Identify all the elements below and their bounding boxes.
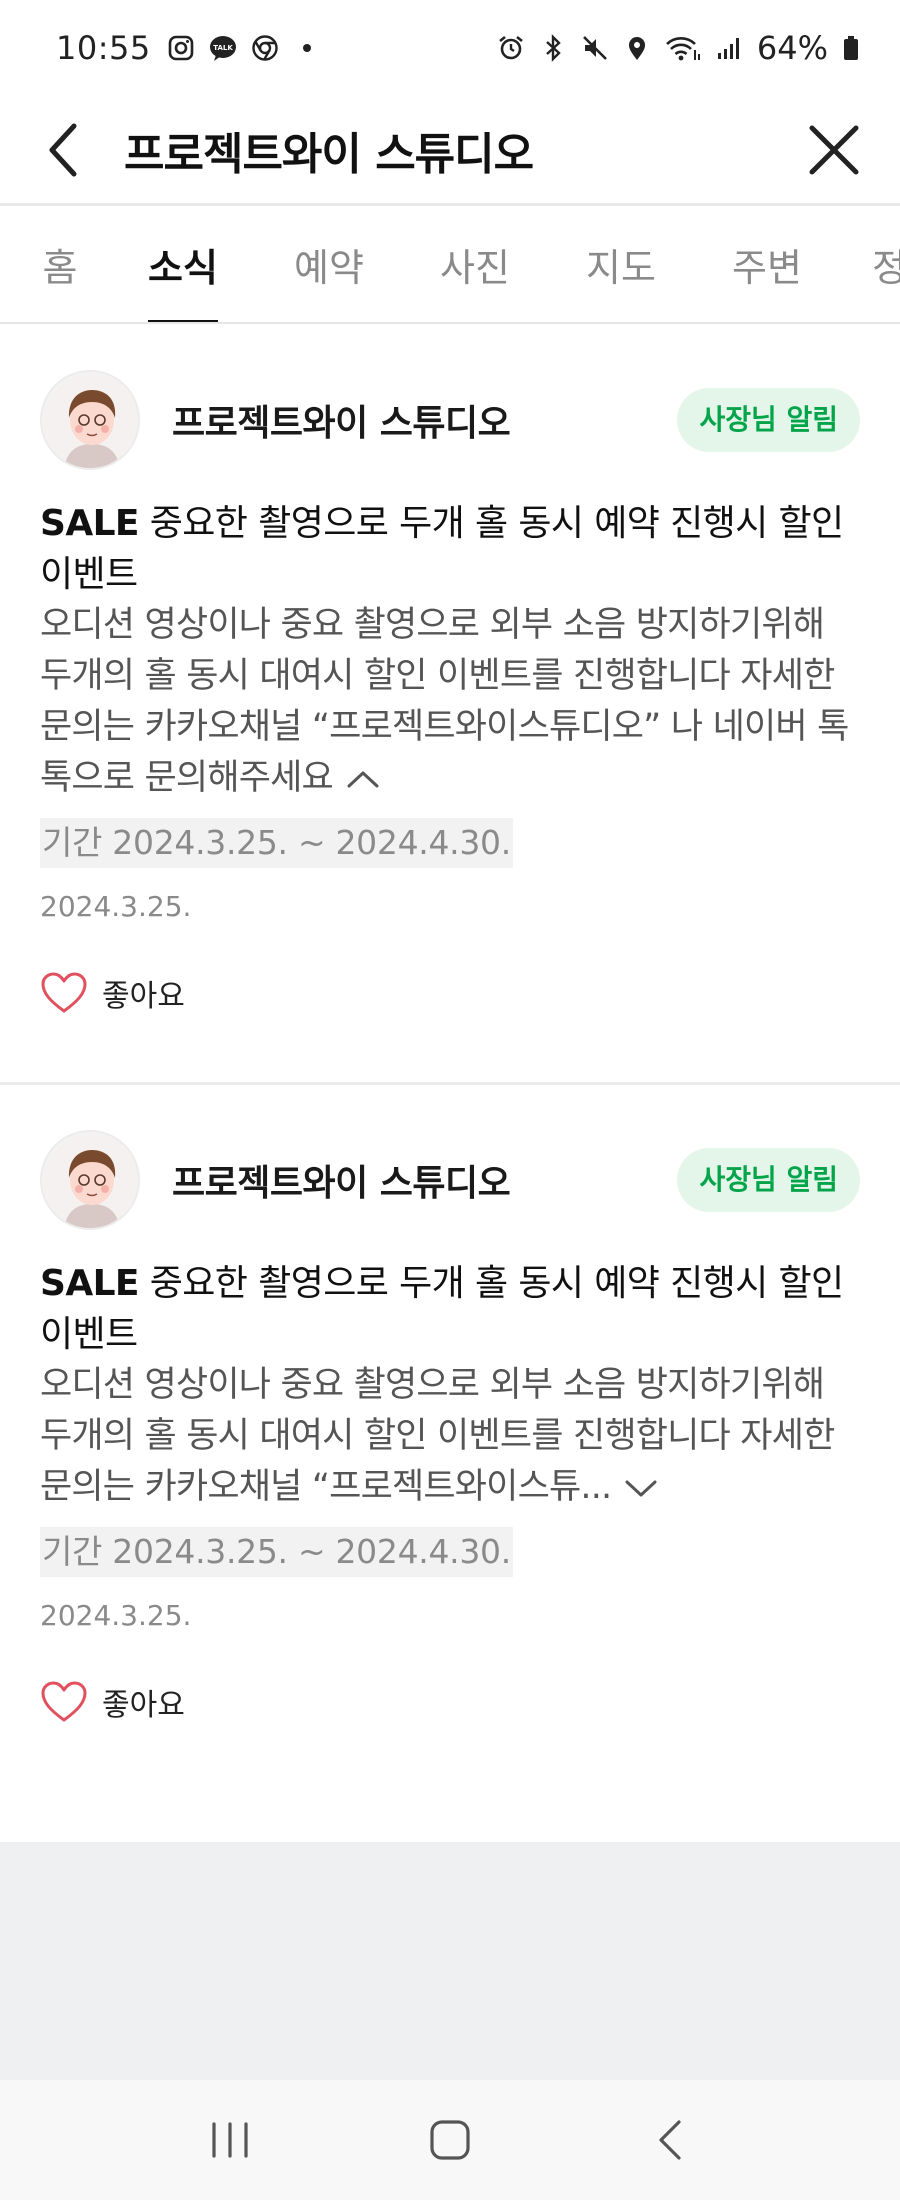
location-icon — [628, 37, 645, 60]
like-button[interactable]: 좋아요 — [40, 1680, 220, 1724]
like-label: 좋아요 — [102, 979, 185, 1014]
home-button[interactable] — [410, 2100, 490, 2180]
post-title[interactable]: SALE 중요한 촬영으로 두개 홀 동시 예약 진행시 할인 이벤트 — [40, 498, 860, 600]
post-title-tag: SALE — [40, 503, 140, 544]
owner-notice-badge: 사장님 알림 — [677, 388, 860, 452]
tab-map[interactable]: 지도 — [584, 206, 658, 322]
post-title-text: 중요한 촬영으로 두개 홀 동시 예약 진행시 할인 이벤트 — [40, 1263, 844, 1355]
wifi-icon — [665, 37, 700, 61]
post-body: 오디션 영상이나 중요 촬영으로 외부 소음 방지하기위해 두개의 홀 동시 대… — [40, 600, 860, 804]
tab-bar: 홈 소식 예약 사진 지도 주변 정 — [0, 206, 900, 324]
post-body-text: 오디션 영상이나 중요 촬영으로 외부 소음 방지하기위해 두개의 홀 동시 대… — [40, 1365, 835, 1507]
bluetooth-icon — [546, 34, 561, 62]
back-button[interactable] — [34, 120, 94, 180]
post-period: 기간 2024.3.25. ~ 2024.4.30. — [40, 1527, 513, 1577]
post-date: 2024.3.25. — [40, 890, 192, 923]
news-post: 프로젝트와이 스튜디오 사장님 알림 SALE 중요한 촬영으로 두개 홀 동시… — [0, 368, 900, 1015]
home-icon — [430, 2120, 470, 2160]
post-title[interactable]: SALE 중요한 촬영으로 두개 홀 동시 예약 진행시 할인 이벤트 — [40, 1258, 860, 1360]
status-bar: 10:55 TALK 64% — [0, 0, 900, 96]
like-label: 좋아요 — [102, 1688, 185, 1723]
profile-avatar-icon — [44, 374, 138, 468]
news-post: 프로젝트와이 스튜디오 사장님 알림 SALE 중요한 촬영으로 두개 홀 동시… — [0, 1128, 900, 1724]
post-period: 기간 2024.3.25. ~ 2024.4.30. — [40, 818, 513, 868]
post-body: 오디션 영상이나 중요 촬영으로 외부 소음 방지하기위해 두개의 홀 동시 대… — [40, 1360, 860, 1513]
tab-label: 주변 — [732, 245, 802, 290]
post-divider — [0, 1082, 900, 1085]
post-body-text: 오디션 영상이나 중요 촬영으로 외부 소음 방지하기위해 두개의 홀 동시 대… — [40, 605, 849, 798]
battery-percent: 64% — [756, 29, 828, 67]
chrome-icon — [252, 35, 278, 61]
tab-label: 사진 — [440, 245, 510, 290]
heart-icon — [41, 972, 87, 1013]
tab-photos[interactable]: 사진 — [438, 206, 512, 322]
chevron-up-icon[interactable] — [343, 766, 383, 792]
system-back-button[interactable] — [630, 2100, 710, 2180]
heart-icon — [41, 1681, 87, 1722]
tab-news[interactable]: 소식 — [148, 206, 218, 322]
chevron-left-icon — [49, 123, 77, 176]
status-system-icons: 64% — [497, 29, 860, 67]
post-title-text: 중요한 촬영으로 두개 홀 동시 예약 진행시 할인 이벤트 — [40, 503, 844, 595]
tab-home[interactable]: 홈 — [40, 206, 80, 322]
avatar — [40, 370, 140, 470]
post-author: 프로젝트와이 스튜디오 — [172, 403, 511, 444]
recent-apps-button[interactable] — [190, 2100, 270, 2180]
close-icon — [809, 125, 859, 174]
tab-nearby[interactable]: 주변 — [730, 206, 804, 322]
tab-label: 소식 — [148, 245, 218, 290]
system-navigation-bar — [0, 2080, 900, 2200]
tab-reservation[interactable]: 예약 — [292, 206, 366, 322]
post-author: 프로젝트와이 스튜디오 — [172, 1163, 511, 1204]
tab-label: 지도 — [586, 245, 656, 290]
signal-icon — [717, 38, 739, 59]
post-date: 2024.3.25. — [40, 1599, 192, 1632]
alarm-icon — [499, 35, 523, 60]
close-button[interactable] — [802, 118, 866, 182]
back-icon — [659, 2120, 681, 2160]
like-button[interactable]: 좋아요 — [40, 971, 220, 1015]
empty-area — [0, 1842, 900, 2080]
tab-label: 예약 — [294, 245, 364, 290]
avatar — [40, 1130, 140, 1230]
profile-avatar-icon — [44, 1134, 138, 1228]
post-header: 프로젝트와이 스튜디오 사장님 알림 — [40, 1128, 860, 1232]
tab-label: 정 — [872, 237, 900, 292]
header-bar: 프로젝트와이 스튜디오 — [0, 96, 900, 206]
recent-apps-icon — [212, 2122, 248, 2158]
tab-info[interactable]: 정 — [872, 206, 900, 322]
status-notification-icons: TALK — [167, 34, 321, 62]
page-title: 프로젝트와이 스튜디오 — [124, 128, 534, 180]
mute-icon — [582, 36, 607, 60]
kakaotalk-icon: TALK — [209, 36, 236, 61]
svg-text:TALK: TALK — [213, 44, 233, 52]
tab-label: 홈 — [42, 245, 78, 290]
dot-icon — [302, 44, 311, 52]
instagram-icon — [168, 35, 194, 61]
post-header: 프로젝트와이 스튜디오 사장님 알림 — [40, 368, 860, 472]
chevron-down-icon[interactable] — [621, 1475, 661, 1501]
status-time: 10:55 — [56, 29, 151, 67]
post-title-tag: SALE — [40, 1263, 140, 1304]
battery-icon — [844, 36, 858, 60]
owner-notice-badge: 사장님 알림 — [677, 1148, 860, 1212]
